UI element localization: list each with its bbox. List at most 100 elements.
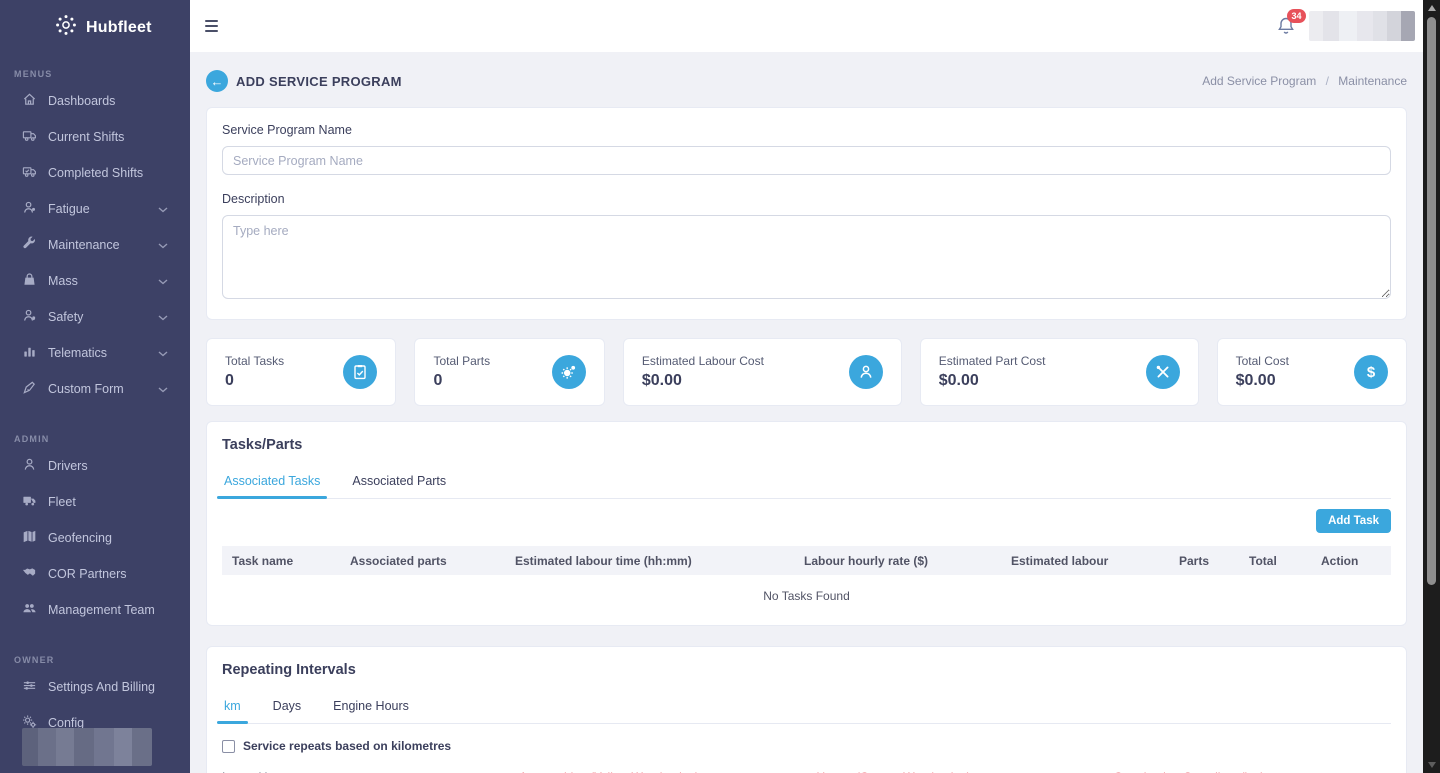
sidebar-item-management-team[interactable]: Management Team bbox=[0, 592, 190, 628]
handshake-icon bbox=[22, 565, 37, 583]
breadcrumb-maintenance[interactable]: Maintenance bbox=[1338, 74, 1407, 88]
tab-engine-hours[interactable]: Engine Hours bbox=[331, 691, 411, 723]
service-program-name-label: Service Program Name bbox=[222, 123, 352, 137]
sidebar-item-mass[interactable]: Mass bbox=[0, 263, 190, 299]
column-action: Action bbox=[1321, 553, 1359, 568]
dollar-icon: $ bbox=[1354, 355, 1388, 389]
truck-icon bbox=[22, 128, 37, 146]
sidebar-item-custom-form[interactable]: Custom Form bbox=[0, 371, 190, 407]
stat-card-total-tasks: Total Tasks 0 bbox=[206, 338, 397, 406]
home-icon bbox=[22, 92, 37, 110]
sidebar-item-drivers[interactable]: Drivers bbox=[0, 448, 190, 484]
sidebar-item-geofencing[interactable]: Geofencing bbox=[0, 520, 190, 556]
sidebar-item-cor-partners[interactable]: COR Partners bbox=[0, 556, 190, 592]
sidebar-item-label: Dashboards bbox=[48, 94, 116, 108]
sidebar-item-completed-shifts[interactable]: Completed Shifts bbox=[0, 155, 190, 191]
app-logo[interactable]: Hubfleet bbox=[0, 0, 190, 42]
sidebar-item-dashboards[interactable]: Dashboards bbox=[0, 83, 190, 119]
service-repeats-label: Service repeats based on kilometres bbox=[243, 739, 452, 753]
sidebar-item-label: Fatigue bbox=[48, 202, 90, 216]
sidebar-section-menus: MENUS bbox=[14, 69, 53, 79]
gears-icon bbox=[551, 355, 586, 389]
sidebar-section-owner: OWNER bbox=[14, 655, 55, 665]
tasks-parts-title: Tasks/Parts bbox=[222, 437, 303, 453]
tab-associated-tasks[interactable]: Associated Tasks bbox=[216, 466, 328, 499]
user-profile-redacted[interactable] bbox=[1309, 11, 1415, 41]
person-icon bbox=[848, 355, 883, 389]
notifications-button[interactable]: 34 bbox=[1276, 9, 1306, 36]
stats-row: Total Tasks 0 Total Parts 0 Estimated La… bbox=[206, 338, 1407, 406]
sidebar-item-label: Telematics bbox=[48, 346, 108, 360]
stat-card-estimated-part-cost: Estimated Part Cost $0.00 bbox=[919, 338, 1199, 406]
tab-km[interactable]: km bbox=[217, 691, 248, 724]
tab-days[interactable]: Days bbox=[271, 691, 303, 723]
column-total: Total bbox=[1249, 553, 1277, 568]
tasks-table-header: Task name Associated parts Estimated lab… bbox=[222, 546, 1391, 575]
page-head: ← ADD SERVICE PROGRAM Add Service Progra… bbox=[206, 68, 1407, 94]
sidebar-item-label: Drivers bbox=[48, 459, 88, 473]
main-column: 34 ← ADD SERVICE PROGRAM Add Service Pro… bbox=[190, 0, 1423, 773]
tools-icon bbox=[1145, 355, 1180, 389]
stat-value: 0 bbox=[433, 372, 443, 389]
interval-tabs: km Days Engine Hours bbox=[217, 691, 1391, 724]
breadcrumb-add-service-program[interactable]: Add Service Program bbox=[1202, 74, 1316, 88]
truck-check-icon bbox=[22, 164, 37, 182]
stat-card-estimated-labour-cost: Estimated Labour Cost $0.00 bbox=[622, 338, 902, 406]
stat-label: Total Tasks bbox=[225, 354, 285, 368]
sidebar-item-label: Current Shifts bbox=[48, 130, 125, 144]
stat-label: Estimated Labour Cost bbox=[641, 354, 764, 368]
page-title: ADD SERVICE PROGRAM bbox=[236, 73, 402, 89]
bag-icon bbox=[22, 272, 37, 290]
sidebar-item-telematics[interactable]: Telematics bbox=[0, 335, 190, 371]
scroll-down-arrow-icon[interactable] bbox=[1427, 762, 1436, 768]
redacted-company-label bbox=[22, 728, 152, 766]
scrollbar-thumb[interactable] bbox=[1427, 17, 1436, 585]
sidebar-item-fleet[interactable]: Fleet bbox=[0, 484, 190, 520]
sidebar-item-settings-billing[interactable]: Settings And Billing bbox=[0, 669, 190, 705]
back-button[interactable]: ← bbox=[206, 70, 228, 92]
sidebar-item-current-shifts[interactable]: Current Shifts bbox=[0, 119, 190, 155]
sidebar-section-admin: ADMIN bbox=[14, 434, 50, 444]
service-program-name-input[interactable] bbox=[222, 146, 1391, 175]
chevron-down-icon bbox=[158, 202, 168, 216]
sidebar: Hubfleet MENUS Dashboards Current Shifts… bbox=[0, 0, 190, 773]
chevron-down-icon bbox=[158, 346, 168, 360]
chevron-down-icon bbox=[158, 238, 168, 252]
sidebar-item-safety[interactable]: Safety bbox=[0, 299, 190, 335]
tasks-parts-tabs: Associated Tasks Associated Parts bbox=[216, 466, 1391, 499]
stat-card-total-cost: Total Cost $0.00 $ bbox=[1216, 338, 1407, 406]
stat-value: 0 bbox=[225, 372, 234, 389]
users-icon bbox=[22, 601, 37, 619]
sidebar-item-fatigue[interactable]: Fatigue bbox=[0, 191, 190, 227]
stat-value: $0.00 bbox=[641, 372, 682, 389]
sidebar-item-label: Completed Shifts bbox=[48, 166, 144, 180]
description-textarea[interactable] bbox=[222, 215, 1391, 299]
tasks-parts-card: Tasks/Parts Associated Tasks Associated … bbox=[206, 421, 1407, 626]
stat-label: Total Parts bbox=[433, 354, 491, 368]
truck-icon bbox=[22, 493, 37, 511]
top-header: 34 bbox=[190, 0, 1423, 52]
sidebar-item-label: Custom Form bbox=[48, 382, 124, 396]
sidebar-item-maintenance[interactable]: Maintenance bbox=[0, 227, 190, 263]
add-task-button[interactable]: Add Task bbox=[1316, 509, 1391, 533]
wrench-icon bbox=[22, 236, 37, 254]
hamburger-menu-icon[interactable] bbox=[201, 16, 222, 36]
column-task-name: Task name bbox=[232, 553, 294, 568]
service-repeats-checkbox[interactable] bbox=[222, 739, 235, 753]
map-icon bbox=[22, 529, 37, 547]
sidebar-item-label: Management Team bbox=[48, 603, 155, 617]
breadcrumb: Add Service Program / Maintenance bbox=[1202, 74, 1407, 88]
sidebar-item-label: Geofencing bbox=[48, 531, 112, 545]
form-icon bbox=[22, 380, 37, 398]
tab-associated-parts[interactable]: Associated Parts bbox=[350, 466, 448, 498]
notification-badge: 34 bbox=[1286, 9, 1306, 23]
scroll-up-arrow-icon[interactable] bbox=[1427, 5, 1436, 11]
app-title: Hubfleet bbox=[86, 18, 152, 36]
stat-label: Estimated Part Cost bbox=[938, 354, 1046, 368]
app-root: Hubfleet MENUS Dashboards Current Shifts… bbox=[0, 0, 1440, 773]
chevron-down-icon bbox=[158, 310, 168, 324]
stat-card-total-parts: Total Parts 0 bbox=[414, 338, 605, 406]
vertical-scrollbar[interactable] bbox=[1423, 0, 1440, 773]
hubfleet-flower-icon bbox=[54, 13, 78, 42]
chevron-down-icon bbox=[158, 274, 168, 288]
